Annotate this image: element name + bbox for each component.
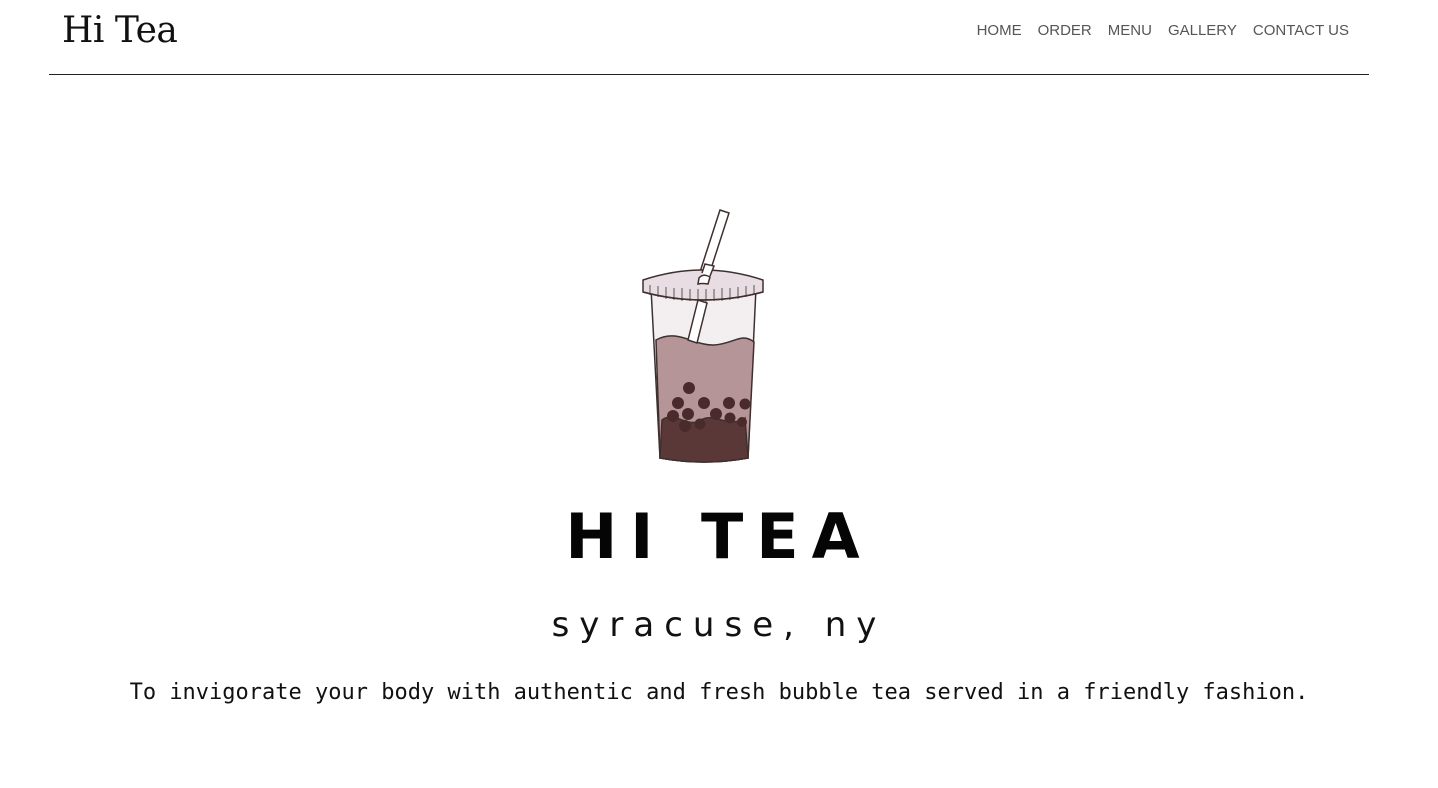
hero-logo-text: HI TEA [565, 500, 873, 573]
site-header: Hi Tea HOME ORDER MENU GALLERY CONTACT U… [49, 0, 1369, 75]
hero-section: HI TEA syracuse, ny To invigorate your b… [0, 75, 1438, 788]
nav-gallery-link[interactable]: GALLERY [1168, 21, 1237, 41]
site-brand[interactable]: Hi Tea [62, 8, 178, 54]
hero-location: syracuse, ny [551, 605, 887, 645]
hero-mission-statement: To invigorate your body with authentic a… [129, 680, 1309, 705]
bubble-tea-cup-icon [642, 209, 764, 463]
nav-menu-link[interactable]: MENU [1108, 21, 1152, 41]
nav-order-link[interactable]: ORDER [1038, 21, 1092, 41]
main-nav: HOME ORDER MENU GALLERY CONTACT US [977, 21, 1349, 41]
nav-home-link[interactable]: HOME [977, 21, 1022, 41]
nav-contact-us-link[interactable]: CONTACT US [1253, 21, 1349, 41]
